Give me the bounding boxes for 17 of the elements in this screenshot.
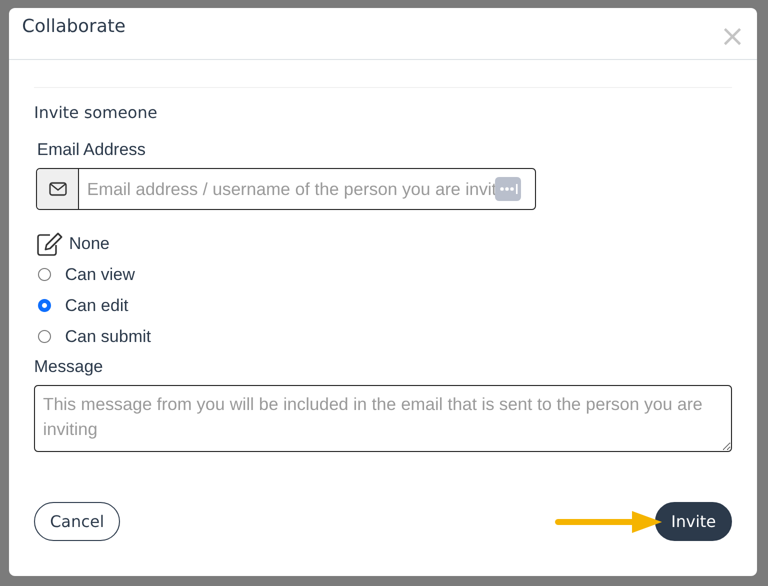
radio-label[interactable]: Can edit	[65, 296, 128, 316]
radio-button[interactable]	[38, 330, 51, 343]
radio-label[interactable]: Can view	[65, 264, 135, 284]
dots-icon[interactable]	[495, 177, 521, 201]
envelope-icon	[48, 182, 66, 196]
section-title: Invite someone	[34, 103, 158, 122]
cancel-button[interactable]: Cancel	[34, 502, 120, 541]
radio-label[interactable]: Can submit	[65, 326, 151, 346]
field-label: Message	[34, 357, 104, 377]
dialog-title: Collaborate	[22, 16, 126, 37]
radio-button[interactable]	[38, 299, 51, 312]
radio-button[interactable]	[38, 268, 51, 281]
option-heading: None	[69, 234, 110, 254]
invite-button[interactable]: Invite	[655, 502, 732, 541]
field-label: Email Address	[37, 140, 147, 160]
message-field[interactable]: This message from you will be included in the email that is sent to the person you are inviting	[34, 385, 732, 452]
edit-icon	[37, 232, 63, 256]
